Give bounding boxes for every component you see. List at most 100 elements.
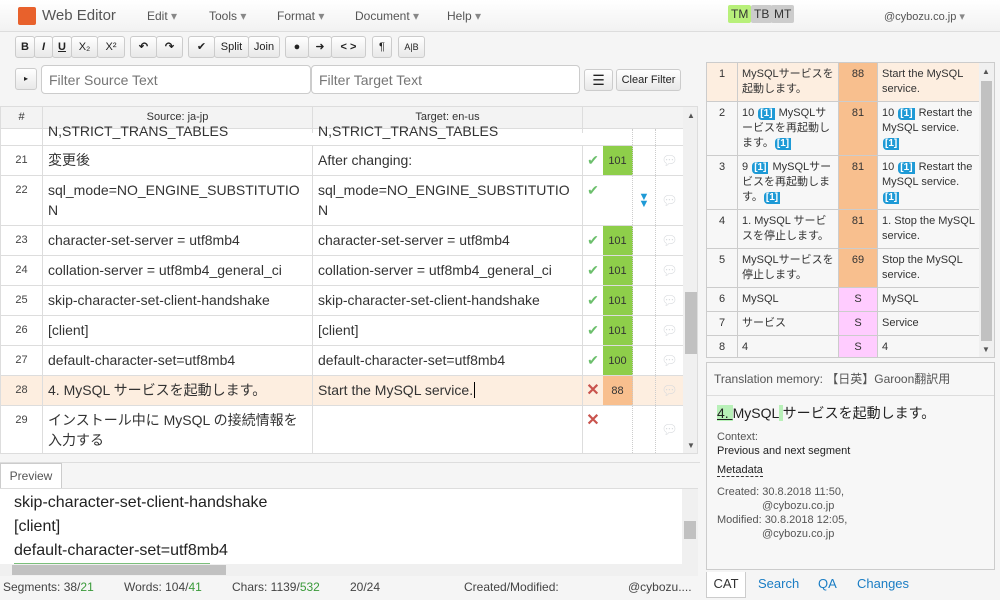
- subscript-button[interactable]: X₂: [71, 36, 98, 58]
- match-row[interactable]: 1 MySQLサービスを起動します。 88 Start the MySQL se…: [707, 63, 979, 102]
- chars-count: Chars: 1139/532: [232, 580, 320, 594]
- preview-hscrollbar[interactable]: [0, 564, 698, 576]
- menu-help[interactable]: Help: [447, 9, 481, 23]
- grid-scrollbar[interactable]: ▲ ▼: [683, 107, 697, 453]
- table-row[interactable]: 29 インストール中に MySQL の接続情報を入力する ✕ 💬︎: [1, 406, 683, 453]
- change-case-button[interactable]: A|B: [398, 36, 425, 58]
- target-cell[interactable]: character-set-server = utf8mb4: [313, 226, 583, 255]
- target-cell[interactable]: sql_mode=NO_ENGINE_SUBSTITUTION: [313, 176, 583, 225]
- redo-button[interactable]: ↷: [156, 36, 183, 58]
- tab-preview[interactable]: Preview: [0, 463, 62, 489]
- filter-source-input[interactable]: [41, 65, 311, 94]
- confirmed-icon[interactable]: ✔: [587, 262, 599, 278]
- match-number: 1: [707, 63, 738, 101]
- tags-button[interactable]: < >: [331, 36, 366, 58]
- segments-count: Segments: 38/21: [3, 580, 94, 594]
- comment-icon[interactable]: 💬︎: [661, 261, 678, 281]
- comment-icon[interactable]: 💬︎: [661, 381, 678, 401]
- preview-vscrollbar[interactable]: [682, 489, 698, 564]
- match-source: 1. MySQL サービスを停止します。: [738, 210, 839, 248]
- match-target: Service: [882, 317, 919, 329]
- toggle-tb[interactable]: TB: [751, 5, 773, 23]
- target-cell[interactable]: [313, 406, 583, 453]
- tag-badge: [1]: [898, 108, 915, 120]
- confirmed-icon[interactable]: ✔: [587, 352, 599, 368]
- target-cell[interactable]: After changing:: [313, 146, 583, 175]
- tab-search[interactable]: Search: [758, 572, 799, 596]
- menu-tools[interactable]: Tools: [209, 9, 246, 23]
- menu-format[interactable]: Format: [277, 9, 324, 23]
- match-target: 4: [882, 341, 889, 353]
- comment-icon[interactable]: 💬︎: [661, 351, 678, 371]
- undo-button[interactable]: ↶: [130, 36, 157, 58]
- created-modified: Created/Modified:: [464, 580, 559, 594]
- clear-filter-button[interactable]: Clear Filter: [616, 69, 681, 91]
- table-row[interactable]: 27 default-character-set=utf8mb4 default…: [1, 346, 683, 376]
- menu-document[interactable]: Document: [355, 9, 419, 23]
- match-row[interactable]: 2 10 [1] MySQLサービスを再起動します。 [1] 81 10 [1] …: [707, 102, 979, 156]
- match-row[interactable]: 3 9 [1] MySQLサービスを再起動します。 [1] 81 10 [1] R…: [707, 156, 979, 210]
- source-cell: default-character-set=utf8mb4: [43, 346, 313, 375]
- italic-button[interactable]: I: [34, 36, 53, 58]
- tag-badge: [1]: [763, 192, 781, 204]
- confirmed-icon[interactable]: ✔: [587, 182, 599, 198]
- bold-button[interactable]: B: [15, 36, 35, 58]
- toggle-tm[interactable]: TM: [728, 5, 752, 23]
- match-row[interactable]: 5 MySQLサービスを停止します。 69 Stop the MySQL ser…: [707, 249, 979, 288]
- status-cell: ✕: [583, 376, 603, 405]
- target-cell[interactable]: Start the MySQL service.: [313, 376, 583, 405]
- user-menu[interactable]: @cybozu.co.jp: [884, 10, 965, 23]
- tab-changes[interactable]: Changes: [857, 572, 909, 596]
- join-button[interactable]: Join: [248, 36, 280, 58]
- confirmed-icon[interactable]: ✔: [587, 152, 599, 168]
- next-button[interactable]: ➜: [308, 36, 332, 58]
- tab-qa[interactable]: QA: [818, 572, 837, 596]
- expand-filter-button[interactable]: ▸: [15, 68, 37, 90]
- confirmed-icon[interactable]: ✔: [587, 322, 599, 338]
- status-cell: ✕: [583, 406, 603, 453]
- target-cell[interactable]: default-character-set=utf8mb4: [313, 346, 583, 375]
- table-row[interactable]: 24 collation-server = utf8mb4_general_ci…: [1, 256, 683, 286]
- table-row[interactable]: 21 変更後 After changing: ✔ 101 💬︎: [1, 146, 683, 176]
- match-row[interactable]: 4 1. MySQL サービスを停止します。 81 1. Stop the My…: [707, 210, 979, 249]
- match-row[interactable]: 6 MySQL S MySQL: [707, 288, 979, 312]
- table-row[interactable]: 22 sql_mode=NO_ENGINE_SUBSTITUTION sql_m…: [1, 176, 683, 226]
- table-row[interactable]: N,STRICT_TRANS_TABLES N,STRICT_TRANS_TAB…: [1, 117, 683, 146]
- unconfirmed-icon[interactable]: ✕: [586, 412, 599, 429]
- match-number: 6: [707, 288, 738, 311]
- match-row[interactable]: 8 4 S 4: [707, 336, 979, 357]
- confirmed-icon[interactable]: ✔: [587, 292, 599, 308]
- metadata-toggle[interactable]: Metadata: [717, 464, 763, 477]
- table-row[interactable]: 26 [client] [client] ✔ 101 💬︎: [1, 316, 683, 346]
- comment-icon[interactable]: 💬︎: [661, 321, 678, 341]
- confirmed-icon[interactable]: ✔: [587, 232, 599, 248]
- confirm-button[interactable]: ✔: [188, 36, 215, 58]
- matches-scrollbar[interactable]: ▲ ▼: [979, 63, 994, 357]
- table-row[interactable]: 28 4. MySQL サービスを起動します。 Start the MySQL …: [1, 376, 683, 406]
- underline-button[interactable]: U: [52, 36, 72, 58]
- comment-icon[interactable]: 💬︎: [661, 191, 678, 211]
- comment-icon[interactable]: 💬︎: [661, 291, 678, 311]
- target-cell[interactable]: skip-character-set-client-handshake: [313, 286, 583, 315]
- match-score: 69: [839, 249, 878, 287]
- tab-cat[interactable]: CAT: [706, 572, 746, 598]
- clear-tags-button[interactable]: ●: [285, 36, 309, 58]
- comment-icon[interactable]: 💬︎: [661, 151, 678, 171]
- target-cell[interactable]: collation-server = utf8mb4_general_ci: [313, 256, 583, 285]
- target-cell[interactable]: [client]: [313, 316, 583, 345]
- list-icon[interactable]: ☰: [584, 69, 613, 91]
- filter-target-input[interactable]: [311, 65, 580, 94]
- target-cell[interactable]: N,STRICT_TRANS_TABLES: [313, 117, 583, 139]
- comment-icon[interactable]: 💬︎: [661, 420, 678, 440]
- split-button[interactable]: Split: [214, 36, 249, 58]
- match-row[interactable]: 7 サービス S Service: [707, 312, 979, 336]
- menu-edit[interactable]: Edit: [147, 9, 177, 23]
- comment-icon[interactable]: 💬︎: [661, 231, 678, 251]
- unconfirmed-icon[interactable]: ✕: [586, 382, 599, 399]
- toggle-mt[interactable]: MT: [771, 5, 795, 23]
- table-row[interactable]: 23 character-set-server = utf8mb4 charac…: [1, 226, 683, 256]
- table-row[interactable]: 25 skip-character-set-client-handshake s…: [1, 286, 683, 316]
- superscript-button[interactable]: X²: [97, 36, 125, 58]
- tag-badge: [1]: [752, 162, 769, 174]
- show-whitespace-button[interactable]: ¶: [372, 36, 392, 58]
